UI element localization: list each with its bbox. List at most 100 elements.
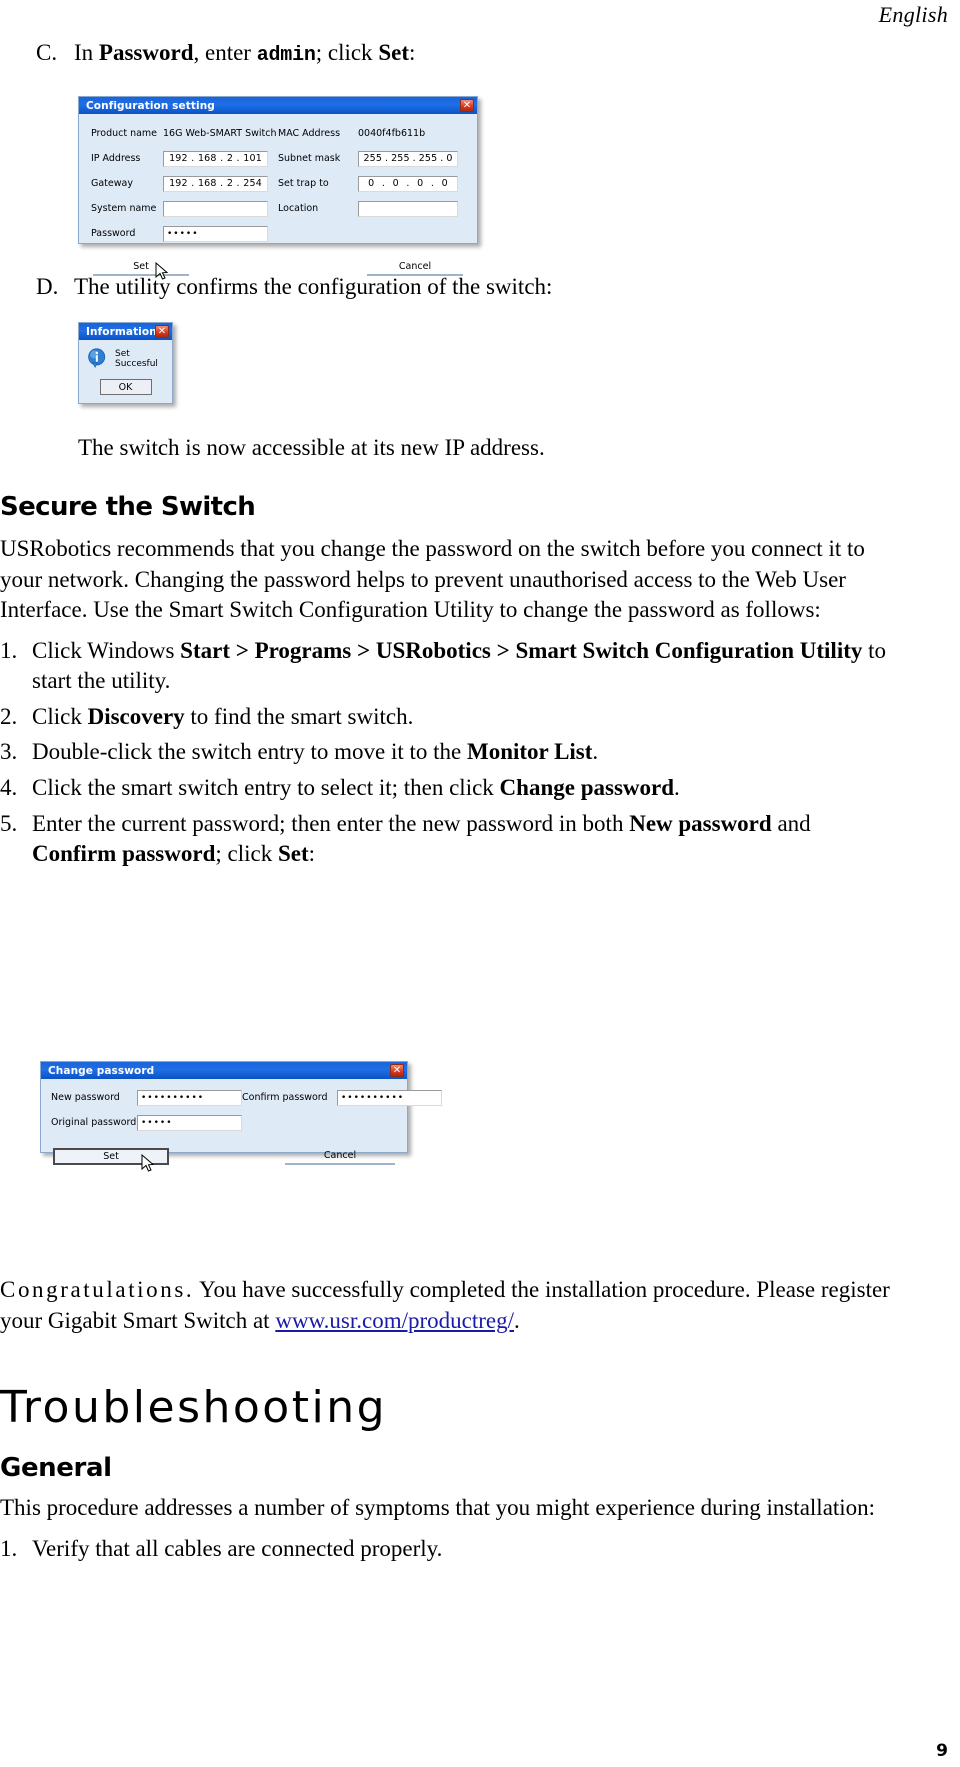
- field-label-location: Location: [278, 203, 319, 214]
- password-masked-value: •••••: [167, 228, 199, 239]
- secure-section-paragraph: USRobotics recommends that you change th…: [0, 536, 865, 623]
- sm-octet-3: 255: [418, 153, 438, 164]
- set-button[interactable]: Set: [53, 1148, 169, 1172]
- confirm-password-input[interactable]: ••••••••••: [337, 1089, 442, 1106]
- password-input[interactable]: •••••: [163, 225, 268, 242]
- list-item: 1. Click Windows Start > Programs > USRo…: [0, 636, 900, 697]
- new-password-input[interactable]: ••••••••••: [137, 1089, 242, 1106]
- step2-part1-bold: Discovery: [87, 703, 185, 729]
- field-set-trap-to: Set trap to 0.0.0.0: [278, 174, 465, 193]
- step-c-text-before: In: [74, 40, 99, 65]
- changepw-dialog-titlebar[interactable]: Change password ✕: [41, 1062, 407, 1079]
- cancel-button[interactable]: Cancel: [285, 1148, 395, 1165]
- sm-octet-1: 255: [363, 153, 383, 164]
- step-d-text: The utility confirms the configuration o…: [74, 274, 553, 299]
- info-dialog-title: Information: [86, 325, 157, 338]
- step-c-text-mid2: ; click: [315, 40, 379, 65]
- step-d-marker: D.: [36, 274, 59, 299]
- change-password-dialog[interactable]: Change password ✕ New password •••••••••…: [40, 1061, 442, 1172]
- original-password-input[interactable]: •••••: [137, 1114, 242, 1131]
- secure-steps-list: 1. Click Windows Start > Programs > USRo…: [0, 636, 900, 870]
- sm-octet-4: 0: [446, 153, 453, 164]
- information-dialog[interactable]: Information ✕ Set Succesful OK: [78, 322, 173, 404]
- changepw-dialog-body: New password •••••••••• Original passwor…: [41, 1079, 442, 1172]
- close-icon[interactable]: ✕: [460, 99, 474, 112]
- field-subnet-mask: Subnet mask 255. 255. 255. 0: [278, 149, 465, 168]
- step5-part6: :: [308, 841, 316, 867]
- mouse-cursor-icon: [141, 1154, 155, 1172]
- troubleshooting-heading: Troubleshooting: [0, 1382, 388, 1433]
- field-mac-address: MAC Address 0040f4fb611b: [278, 124, 465, 143]
- field-label-ip-address: IP Address: [91, 153, 141, 164]
- ip-octet-1: 192: [169, 153, 188, 164]
- gateway-input[interactable]: 192. 168. 2. 254: [163, 175, 268, 192]
- changepw-dialog-buttons: Set Cancel: [51, 1148, 397, 1172]
- field-system-name: System name: [91, 199, 278, 218]
- step-number: 5.: [0, 810, 18, 836]
- ok-button[interactable]: OK: [99, 379, 152, 395]
- config-dialog-titlebar[interactable]: Configuration setting ✕: [79, 97, 477, 114]
- step4-part0: Click the smart switch entry to select i…: [32, 775, 500, 801]
- ip-caption: The switch is now accessible at its new …: [78, 435, 545, 460]
- field-product-name: Product name 16G Web-SMART Switch: [91, 124, 278, 143]
- step5-part3-bold: Confirm password: [32, 841, 216, 867]
- location-input[interactable]: [358, 200, 458, 217]
- step3-part1-bold: Monitor List: [466, 739, 593, 765]
- gw-octet-4: 254: [243, 178, 262, 189]
- list-item: 3. Double-click the switch entry to move…: [0, 737, 900, 768]
- close-icon[interactable]: ✕: [390, 1064, 404, 1077]
- step-c-bold-password: Password: [98, 40, 194, 65]
- secure-the-switch-section: Secure the Switch USRobotics recommends …: [0, 492, 900, 875]
- field-label-password: Password: [91, 228, 136, 239]
- step-number: 3.: [0, 739, 18, 765]
- set-trap-to-input[interactable]: 0.0.0.0: [358, 175, 458, 192]
- field-label-set-trap-to: Set trap to: [278, 178, 329, 189]
- changepw-fields-left: New password •••••••••• Original passwor…: [51, 1088, 242, 1138]
- step5-part4: ; click: [215, 841, 278, 867]
- field-label-new-password: New password: [51, 1092, 120, 1103]
- step-text: Verify that all cables are connected pro…: [32, 1535, 443, 1561]
- field-original-password: Original password •••••: [51, 1113, 242, 1132]
- config-dialog-title: Configuration setting: [86, 99, 215, 112]
- field-label-original-password: Original password: [51, 1117, 137, 1128]
- trap-octet-4: 0: [441, 178, 448, 189]
- ip-address-input[interactable]: 192. 168. 2. 101: [163, 150, 268, 167]
- configuration-setting-dialog[interactable]: Configuration setting ✕ Product name 16G…: [78, 96, 478, 280]
- step1-part0: Click Windows: [32, 637, 181, 663]
- field-label-confirm-password: Confirm password: [242, 1092, 328, 1103]
- config-fields-right: MAC Address 0040f4fb611b Subnet mask 255…: [278, 124, 465, 249]
- troubleshooting-steps-list: 1. Verify that all cables are connected …: [0, 1534, 900, 1565]
- field-ip-address: IP Address 192. 168. 2. 101: [91, 149, 278, 168]
- step-text: Enter the current password; then enter t…: [32, 809, 900, 870]
- close-icon[interactable]: ✕: [155, 325, 169, 338]
- step-number: 2.: [0, 703, 18, 729]
- troubleshooting-section: Troubleshooting General This procedure a…: [0, 1382, 900, 1569]
- step4-part1-bold: Change password: [499, 775, 675, 801]
- congratulations-word: Congratulations.: [0, 1277, 195, 1302]
- cancel-button-label: Cancel: [398, 261, 432, 272]
- step-text: Click Discovery to find the smart switch…: [32, 702, 900, 733]
- original-password-masked-value: •••••: [141, 1117, 173, 1128]
- product-registration-link[interactable]: www.usr.com/productreg/: [275, 1308, 514, 1333]
- set-button-label: Set: [133, 261, 149, 272]
- information-icon: [88, 348, 106, 369]
- list-item: 1. Verify that all cables are connected …: [0, 1534, 900, 1565]
- changepw-fields-right: Confirm password ••••••••••: [242, 1088, 442, 1138]
- general-sub-heading: General: [0, 1453, 112, 1483]
- step4-part2: .: [674, 775, 680, 801]
- step-d: D. The utility confirms the configuratio…: [0, 272, 900, 301]
- step-c-bold-set: Set: [378, 40, 409, 65]
- info-dialog-body: Set Succesful OK: [79, 340, 172, 401]
- config-dialog-body: Product name 16G Web-SMART Switch IP Add…: [79, 114, 477, 284]
- system-name-input[interactable]: [163, 200, 268, 217]
- step3-part0: Double-click the switch entry to move it…: [32, 739, 467, 765]
- list-item: 4. Click the smart switch entry to selec…: [0, 773, 900, 804]
- step5-part5-bold: Set: [277, 841, 309, 867]
- set-button-label: Set: [103, 1151, 119, 1162]
- info-dialog-titlebar[interactable]: Information ✕: [79, 323, 172, 340]
- congratulations-paragraph: Congratulations. You have successfully c…: [0, 1275, 915, 1336]
- subnet-mask-input[interactable]: 255. 255. 255. 0: [358, 150, 458, 167]
- changepw-dialog-title: Change password: [48, 1064, 155, 1077]
- step-c-text: In Password, enter admin; click Set:: [74, 38, 900, 69]
- step-text: Double-click the switch entry to move it…: [32, 737, 900, 768]
